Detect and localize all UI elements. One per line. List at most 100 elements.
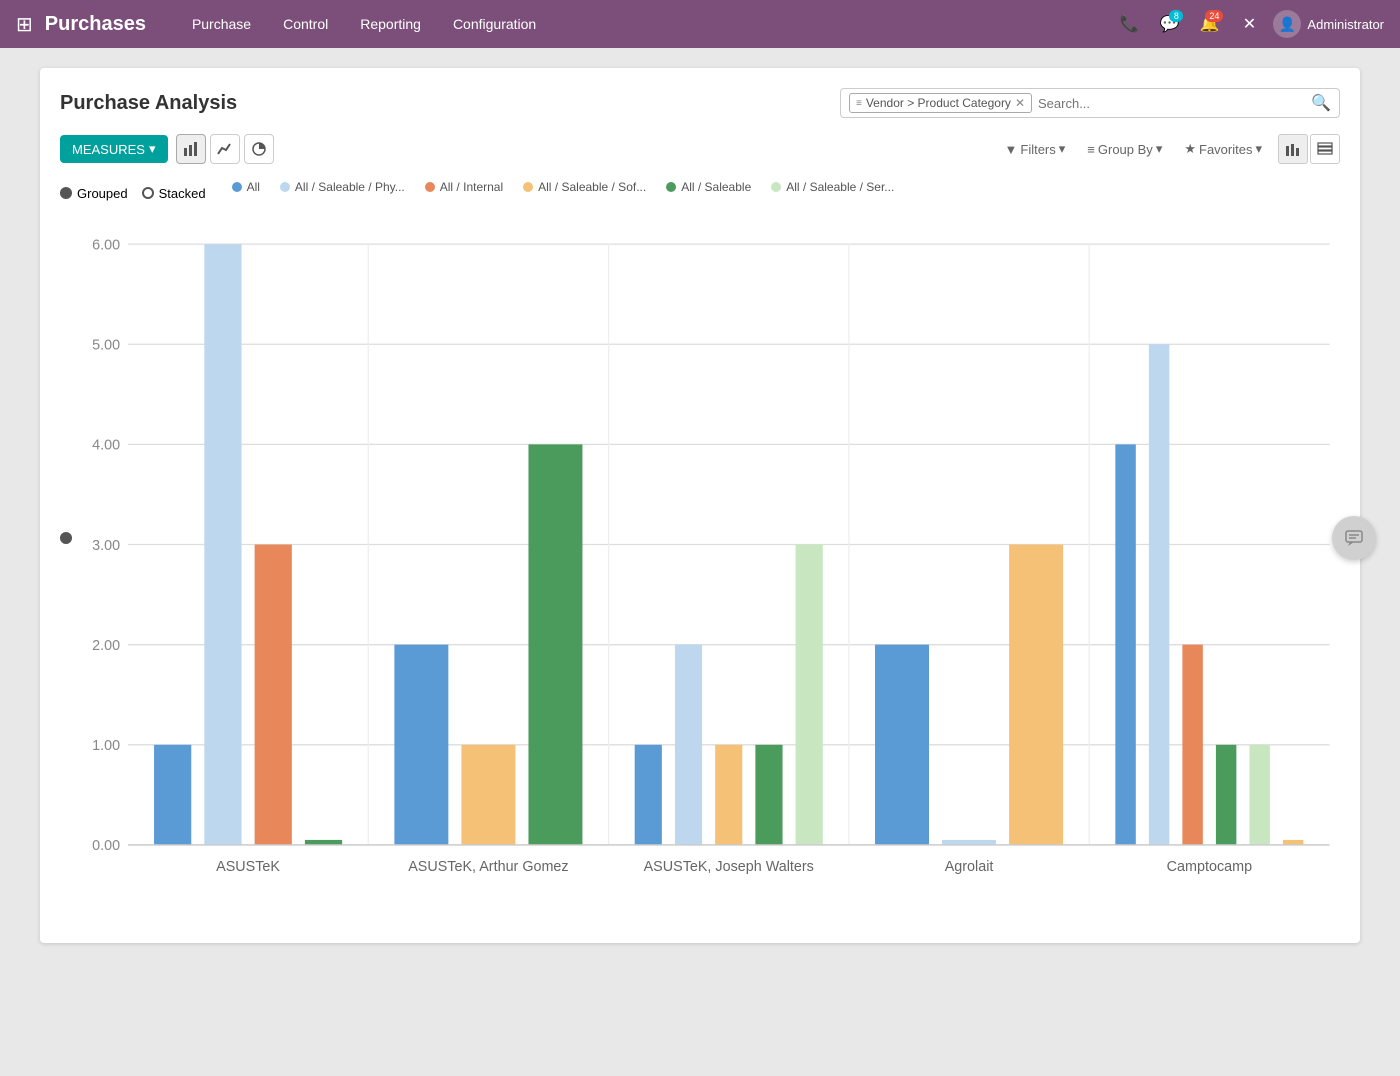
- legend-color-all_internal: [425, 182, 435, 192]
- groupby-label: Group By: [1098, 142, 1153, 157]
- activity-icon[interactable]: 🔔 24: [1193, 8, 1225, 40]
- apps-grid-icon[interactable]: ⊞: [16, 12, 33, 37]
- bar-ASUSTeK-all_saleable[interactable]: [305, 840, 342, 845]
- legend-item-all_saleable[interactable]: All / Saleable: [666, 180, 751, 194]
- bar-ASUSTeK__Joseph_Walters-all_saleable_phy[interactable]: [675, 645, 702, 845]
- phone-icon[interactable]: 📞: [1113, 8, 1145, 40]
- toolbar: MEASURES ▾: [60, 134, 1340, 164]
- top-nav-right: 📞 💬 8 🔔 24 ✕ 👤 Administrator: [1113, 8, 1384, 40]
- groupby-caret: ▾: [1156, 141, 1163, 157]
- stacked-option[interactable]: Stacked: [142, 186, 206, 201]
- groupby-icon: ≡: [1087, 142, 1095, 157]
- bar-Camptocamp-all_saleable_sof[interactable]: [1283, 840, 1303, 845]
- legend-item-all_saleable_phy[interactable]: All / Saleable / Phy...: [280, 180, 405, 194]
- search-submit-icon[interactable]: 🔍: [1311, 93, 1331, 113]
- bar-Agrolait-all[interactable]: [875, 645, 929, 845]
- filters-caret: ▾: [1059, 141, 1066, 157]
- legend-label-all: All: [247, 180, 260, 194]
- messages-badge: 8: [1169, 10, 1183, 22]
- search-bar: ≡ Vendor > Product Category ✕ 🔍: [840, 88, 1340, 118]
- measures-button[interactable]: MEASURES ▾: [60, 135, 168, 163]
- chart-type-toggle: [176, 134, 274, 164]
- vendor-label-3: Agrolait: [945, 859, 994, 875]
- vendor-label-2: ASUSTeK, Joseph Walters: [644, 859, 814, 875]
- remove-filter-btn[interactable]: ✕: [1015, 96, 1025, 110]
- bar-ASUSTeK-all[interactable]: [154, 745, 191, 845]
- groupby-btn[interactable]: ≡ Group By ▾: [1079, 137, 1170, 161]
- bar-chart-icon: [183, 142, 199, 156]
- nav-reporting[interactable]: Reporting: [346, 10, 435, 38]
- sidebar-indicator: [60, 532, 72, 544]
- legend-color-all_saleable_ser: [771, 182, 781, 192]
- line-chart-btn[interactable]: [210, 134, 240, 164]
- bar-ASUSTeK__Joseph_Walters-all_saleable_sof[interactable]: [715, 745, 742, 845]
- measures-label: MEASURES: [72, 142, 145, 157]
- graph-view-icon: [1285, 142, 1301, 156]
- app-brand: Purchases: [45, 13, 146, 36]
- bar-ASUSTeK__Joseph_Walters-all_saleable[interactable]: [755, 745, 782, 845]
- bar-Camptocamp-all[interactable]: [1115, 444, 1135, 845]
- filter-tag-icon: ≡: [856, 98, 862, 109]
- legend-color-all: [232, 182, 242, 192]
- bar-ASUSTeK__Joseph_Walters-all[interactable]: [635, 745, 662, 845]
- nav-control[interactable]: Control: [269, 10, 342, 38]
- svg-text:0.00: 0.00: [92, 838, 120, 854]
- favorites-icon: ★: [1184, 141, 1196, 157]
- bar-ASUSTeK__Joseph_Walters-all_saleable_ser[interactable]: [796, 545, 823, 845]
- graph-view-btn[interactable]: [1278, 134, 1308, 164]
- bar-chart-btn[interactable]: [176, 134, 206, 164]
- bar-Camptocamp-all_saleable_ser[interactable]: [1249, 745, 1269, 845]
- bar-Camptocamp-all_saleable[interactable]: [1216, 745, 1236, 845]
- bar-Agrolait-all_saleable_phy[interactable]: [942, 840, 996, 845]
- bar-Camptocamp-all_internal[interactable]: [1182, 645, 1202, 845]
- chart-controls-row: Grouped Stacked All All / Saleable / Phy.…: [60, 180, 1340, 206]
- legend-item-all_saleable_sof[interactable]: All / Saleable / Sof...: [523, 180, 646, 194]
- svg-text:6.00: 6.00: [92, 237, 120, 253]
- bar-Agrolait-all_saleable_sof[interactable]: [1009, 545, 1063, 845]
- grouped-label: Grouped: [77, 186, 128, 201]
- legend-item-all_saleable_ser[interactable]: All / Saleable / Ser...: [771, 180, 894, 194]
- bar-ASUSTeK__Arthur_Gomez-all_saleable[interactable]: [528, 444, 582, 845]
- active-filter-tag[interactable]: ≡ Vendor > Product Category ✕: [849, 93, 1032, 113]
- bar-ASUSTeK__Arthur_Gomez-all[interactable]: [394, 645, 448, 845]
- main-card: Purchase Analysis ≡ Vendor > Product Cat…: [40, 68, 1360, 943]
- filters-label: Filters: [1020, 142, 1055, 157]
- svg-text:5.00: 5.00: [92, 337, 120, 353]
- floating-action-btn[interactable]: [1332, 516, 1376, 560]
- search-input[interactable]: [1038, 96, 1311, 111]
- favorites-caret: ▾: [1255, 141, 1262, 157]
- svg-text:4.00: 4.00: [92, 438, 120, 454]
- legend-color-all_saleable_phy: [280, 182, 290, 192]
- close-icon[interactable]: ✕: [1233, 8, 1265, 40]
- user-menu[interactable]: 👤 Administrator: [1273, 10, 1384, 38]
- chart-mode-options: Grouped Stacked: [60, 186, 206, 201]
- chart-legend: All All / Saleable / Phy... All / Internal…: [222, 180, 895, 194]
- bar-ASUSTeK-all_internal[interactable]: [255, 545, 292, 845]
- favorites-btn[interactable]: ★ Favorites ▾: [1176, 137, 1270, 161]
- stacked-label: Stacked: [159, 186, 206, 201]
- legend-label-all_saleable_ser: All / Saleable / Ser...: [786, 180, 894, 194]
- pie-chart-btn[interactable]: [244, 134, 274, 164]
- filters-btn[interactable]: ▼ Filters ▾: [997, 137, 1074, 161]
- nav-purchase[interactable]: Purchase: [178, 10, 265, 38]
- bar-ASUSTeK__Arthur_Gomez-all_saleable_sof[interactable]: [461, 745, 515, 845]
- page-title: Purchase Analysis: [60, 92, 237, 115]
- chat-icon: [1344, 528, 1364, 548]
- svg-text:3.00: 3.00: [92, 538, 120, 554]
- chart-area: 6.005.004.003.002.001.000.00ASUSTeKASUST…: [60, 218, 1340, 923]
- bar-ASUSTeK-all_saleable_phy[interactable]: [204, 244, 241, 845]
- grouped-option[interactable]: Grouped: [60, 186, 128, 201]
- stacked-radio-empty: [142, 187, 154, 199]
- bar-Camptocamp-all_saleable_phy[interactable]: [1149, 344, 1169, 845]
- legend-label-all_internal: All / Internal: [440, 180, 503, 194]
- pivot-view-btn[interactable]: [1310, 134, 1340, 164]
- filter-group: ▼ Filters ▾ ≡ Group By ▾ ★ Favorites ▾: [997, 137, 1271, 161]
- top-nav: ⊞ Purchases Purchase Control Reporting C…: [0, 0, 1400, 48]
- svg-text:1.00: 1.00: [92, 738, 120, 754]
- filter-tag-label: Vendor > Product Category: [866, 96, 1011, 110]
- messages-icon[interactable]: 💬 8: [1153, 8, 1185, 40]
- legend-item-all[interactable]: All: [232, 180, 260, 194]
- legend-item-all_internal[interactable]: All / Internal: [425, 180, 503, 194]
- vendor-label-4: Camptocamp: [1167, 859, 1252, 875]
- nav-configuration[interactable]: Configuration: [439, 10, 550, 38]
